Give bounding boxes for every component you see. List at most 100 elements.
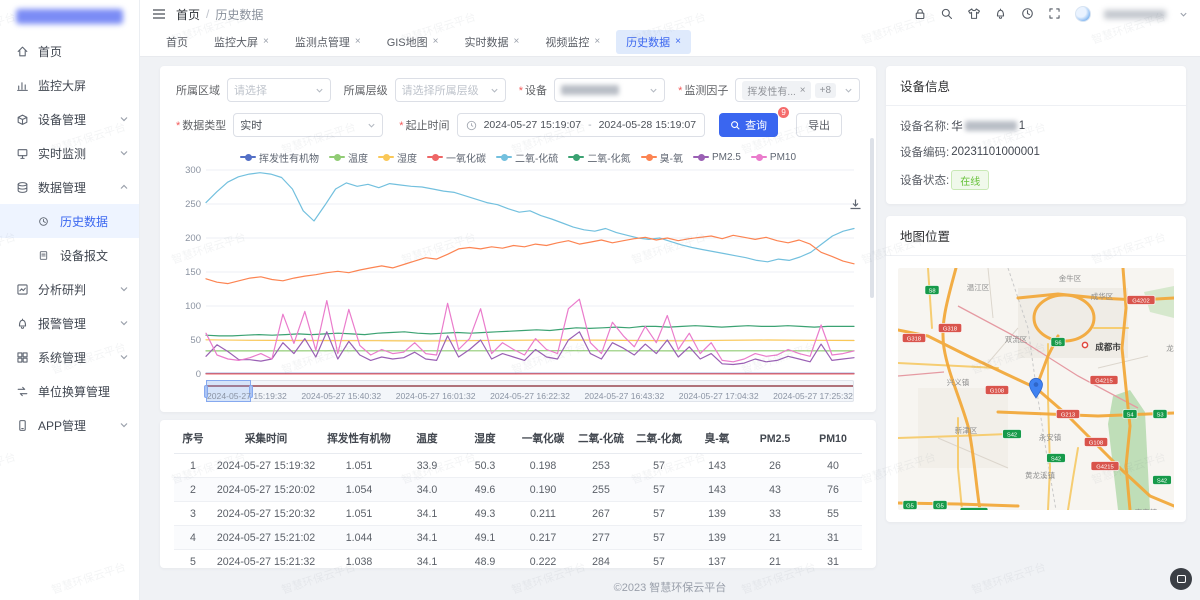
chevron-up-icon xyxy=(119,182,129,192)
legend-item-一氧化碳[interactable]: 一氧化碳 xyxy=(427,150,486,165)
datazoom-track[interactable] xyxy=(206,380,854,402)
legend-item-温度[interactable]: 温度 xyxy=(329,150,368,165)
level-select[interactable]: 请选择所属层级 xyxy=(395,78,506,102)
table-row[interactable]: 22024-05-27 15:20:021.05434.049.60.19025… xyxy=(174,478,862,502)
sidebar-item-label: 实时监测 xyxy=(38,145,119,162)
legend-item-PM10[interactable]: PM10 xyxy=(751,152,796,163)
data-type-select[interactable]: 实时 xyxy=(233,113,383,137)
close-icon[interactable]: × xyxy=(263,37,269,47)
sidebar-item-单位换算管理[interactable]: 单位换算管理 xyxy=(0,374,139,408)
tab-label: 实时数据 xyxy=(464,34,508,50)
table-cell: 57 xyxy=(630,478,688,502)
sidebar-item-历史数据[interactable]: 历史数据 xyxy=(0,204,139,238)
table-row[interactable]: 42024-05-27 15:21:021.04434.149.10.21727… xyxy=(174,526,862,550)
sidebar-item-数据管理[interactable]: 数据管理 xyxy=(0,170,139,204)
line-chart[interactable]: 050100150200250300 xyxy=(176,166,860,378)
search-icon[interactable] xyxy=(940,7,954,21)
map[interactable]: S8G4202G318G318S6G4215G108G213S4S3S42G10… xyxy=(898,268,1174,510)
chevron-down-icon xyxy=(119,114,129,124)
table-row[interactable]: 52024-05-27 15:21:321.03834.148.90.22228… xyxy=(174,550,862,569)
road-badge-label: G318 xyxy=(907,336,921,342)
map-title: 地图位置 xyxy=(886,216,1186,256)
datazoom-slider[interactable]: 2024-05-27 15:19:322024-05-27 15:40:3220… xyxy=(206,380,854,402)
table-row[interactable]: 32024-05-27 15:20:321.05134.149.30.21126… xyxy=(174,502,862,526)
time-end[interactable]: 2024-05-28 15:19:07 xyxy=(599,119,697,131)
table-cell: 284 xyxy=(572,550,630,569)
sidebar-item-监控大屏[interactable]: 监控大屏 xyxy=(0,68,139,102)
chevron-down-icon xyxy=(119,420,129,430)
y-tick-label: 300 xyxy=(185,166,201,176)
close-icon[interactable]: × xyxy=(800,85,806,96)
device-value-masked xyxy=(561,85,619,95)
column-header-二氧-化氮: 二氧-化氮 xyxy=(630,424,688,454)
close-icon[interactable]: × xyxy=(355,37,361,47)
clock-icon[interactable] xyxy=(1021,7,1035,21)
road-badge-label: G4215 xyxy=(1096,464,1113,470)
download-icon[interactable] xyxy=(849,198,862,211)
legend-item-臭-氧[interactable]: 臭-氧 xyxy=(641,150,683,165)
close-icon[interactable]: × xyxy=(433,37,439,47)
table-cell: 57 xyxy=(630,550,688,569)
chart-card: 所属区域 请选择 所属层级 请选择所属层级 设备 xyxy=(160,66,876,412)
datazoom-right-handle[interactable] xyxy=(249,385,253,398)
factor-select[interactable]: 挥发性有...× +8 xyxy=(735,78,860,102)
legend-item-湿度[interactable]: 湿度 xyxy=(378,150,417,165)
tab-首页[interactable]: 首页 xyxy=(156,30,198,54)
chat-button[interactable] xyxy=(1170,568,1192,590)
legend-item-PM2.5[interactable]: PM2.5 xyxy=(693,152,741,163)
sidebar-item-首页[interactable]: 首页 xyxy=(0,34,139,68)
tab-历史数据[interactable]: 历史数据× xyxy=(616,30,691,54)
close-icon[interactable]: × xyxy=(513,37,519,47)
table-cell: 143 xyxy=(688,454,746,478)
datazoom-window[interactable] xyxy=(206,380,251,402)
query-button[interactable]: 查询 9 xyxy=(719,113,778,137)
export-button[interactable]: 导出 xyxy=(796,113,842,137)
sidebar: 首页监控大屏设备管理实时监测数据管理历史数据设备报文分析研判报警管理系统管理单位… xyxy=(0,0,140,600)
theme-icon[interactable] xyxy=(967,7,981,21)
column-header-臭-氧: 臭-氧 xyxy=(688,424,746,454)
legend-marker xyxy=(496,153,512,161)
device-select[interactable] xyxy=(554,78,665,102)
legend-label: 温度 xyxy=(348,150,368,165)
tab-GIS地图[interactable]: GIS地图× xyxy=(377,30,449,54)
table-cell: 50.3 xyxy=(456,454,514,478)
y-tick-label: 0 xyxy=(196,369,201,378)
sidebar-item-设备管理[interactable]: 设备管理 xyxy=(0,102,139,136)
legend-item-二氧-化氮[interactable]: 二氧-化氮 xyxy=(568,150,630,165)
table-cell: 0.190 xyxy=(514,478,572,502)
legend-label: PM10 xyxy=(770,152,796,163)
tab-监控大屏[interactable]: 监控大屏× xyxy=(204,30,279,54)
sidebar-item-分析研判[interactable]: 分析研判 xyxy=(0,272,139,306)
sidebar-item-实时监测[interactable]: 实时监测 xyxy=(0,136,139,170)
close-icon[interactable]: × xyxy=(675,37,681,47)
column-header-一氧化碳: 一氧化碳 xyxy=(514,424,572,454)
scrollbar-thumb[interactable] xyxy=(870,138,874,298)
sidebar-item-APP管理[interactable]: APP管理 xyxy=(0,408,139,442)
y-tick-label: 150 xyxy=(185,267,201,278)
chevron-down-icon[interactable] xyxy=(1179,10,1188,19)
region-select[interactable]: 请选择 xyxy=(227,78,331,102)
sidebar-item-报警管理[interactable]: 报警管理 xyxy=(0,306,139,340)
bell-icon[interactable] xyxy=(994,7,1008,21)
tab-视频监控[interactable]: 视频监控× xyxy=(535,30,610,54)
factor-more-tag[interactable]: +8 xyxy=(815,83,836,98)
sidebar-item-系统管理[interactable]: 系统管理 xyxy=(0,340,139,374)
tab-监测点管理[interactable]: 监测点管理× xyxy=(285,30,371,54)
tab-实时数据[interactable]: 实时数据 × xyxy=(454,30,529,54)
device-info-title: 设备信息 xyxy=(886,66,1186,106)
table-row[interactable]: 12024-05-27 15:19:321.05133.950.30.19825… xyxy=(174,454,862,478)
time-start[interactable]: 2024-05-27 15:19:07 xyxy=(484,119,582,131)
time-range-input[interactable]: 2024-05-27 15:19:07 - 2024-05-28 15:19:0… xyxy=(457,113,706,137)
fullscreen-icon[interactable] xyxy=(1048,7,1062,21)
factor-tag[interactable]: 挥发性有...× xyxy=(742,81,810,100)
avatar[interactable] xyxy=(1075,6,1091,22)
breadcrumb-home[interactable]: 首页 xyxy=(176,6,200,23)
hamburger-icon[interactable] xyxy=(152,8,166,20)
sidebar-item-设备报文[interactable]: 设备报文 xyxy=(0,238,139,272)
close-icon[interactable]: × xyxy=(594,37,600,47)
lock-icon[interactable] xyxy=(913,7,927,21)
datazoom-left-handle[interactable] xyxy=(204,385,208,398)
column-header-湿度: 湿度 xyxy=(456,424,514,454)
legend-item-二氧-化硫[interactable]: 二氧-化硫 xyxy=(496,150,558,165)
legend-item-挥发性有机物[interactable]: 挥发性有机物 xyxy=(240,150,319,165)
